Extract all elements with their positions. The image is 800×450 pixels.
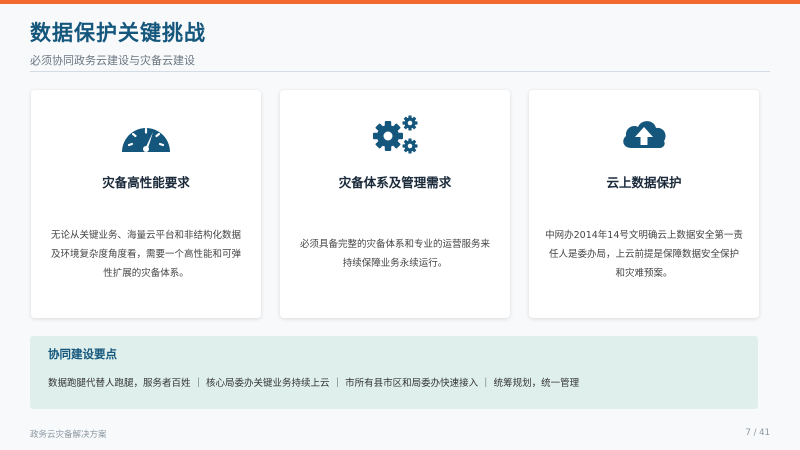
footer-doc-title: 政务云灾备解决方案: [30, 430, 107, 440]
page-title: 数据保护关键挑战: [30, 21, 206, 45]
key-points-title: 协同建设要点: [48, 347, 117, 361]
card-title: 灾备高性能要求: [102, 175, 190, 190]
card-high-performance: 灾备高性能要求 无论从关键业务、海量云平台和非结构化数据及环境复杂度角度看，需要…: [31, 90, 261, 318]
key-points-text: 数据跑腿代替人跑腿，服务者百姓 ｜ 核心局委办关键业务持续上云 ｜ 市所有县市区…: [48, 378, 580, 389]
card-cloud-data-protection: 云上数据保护 中网办2014年14号文明确云上数据安全第一责任人是委办局，上云前…: [529, 90, 759, 318]
card-description: 中网办2014年14号文明确云上数据安全第一责任人是委办局，上云前提是保障数据安…: [545, 229, 743, 279]
card-title: 云上数据保护: [606, 175, 682, 190]
card-description: 无论从关键业务、海量云平台和非结构化数据及环境复杂度角度看，需要一个高性能和可弹…: [50, 229, 241, 279]
header-divider: [30, 71, 770, 72]
card-title: 灾备体系及管理需求: [338, 175, 452, 190]
card-description: 必须具备完整的灾备体系和专业的运营服务来持续保障业务永续运行。: [299, 239, 490, 269]
page-subtitle: 必须协同政务云建设与灾备云建设: [30, 54, 195, 67]
key-points-panel: 协同建设要点 数据跑腿代替人跑腿，服务者百姓 ｜ 核心局委办关键业务持续上云 ｜…: [30, 336, 758, 409]
top-accent-bar: [0, 0, 800, 4]
speedometer-icon: [122, 127, 170, 152]
page-number: 7 / 41: [745, 428, 771, 438]
cloud-upload-icon: [623, 121, 666, 148]
gears-icon: [373, 115, 418, 154]
card-dr-system: 灾备体系及管理需求 必须具备完整的灾备体系和专业的运营服务来持续保障业务永续运行…: [280, 90, 510, 318]
